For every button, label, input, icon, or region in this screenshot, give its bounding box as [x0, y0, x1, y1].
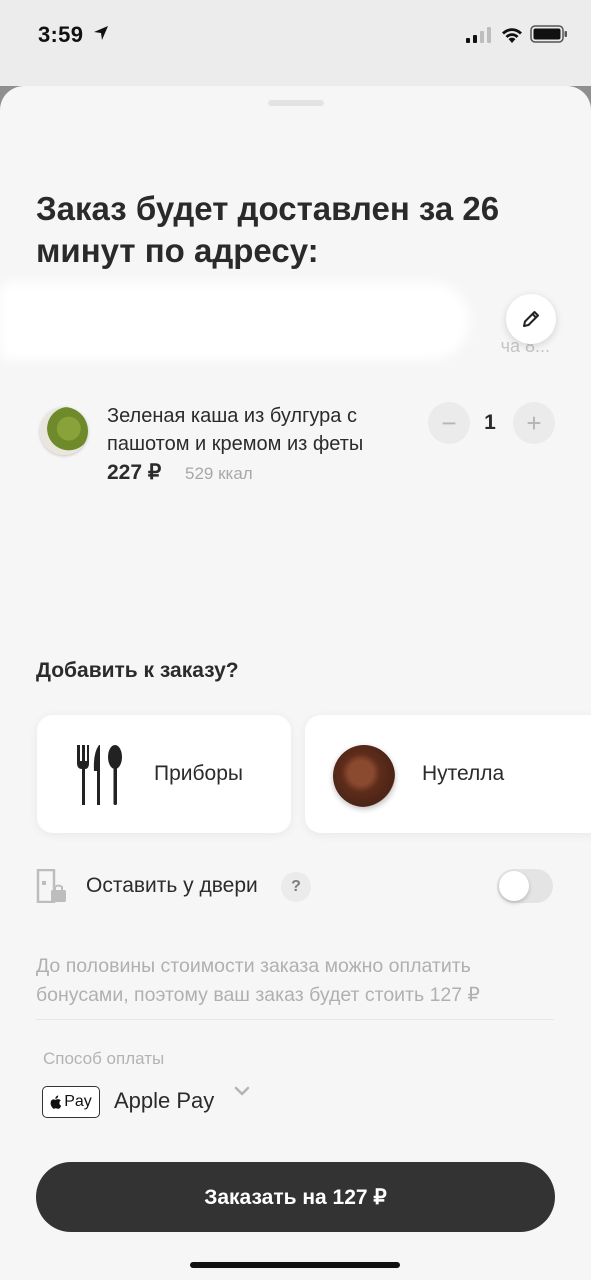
pencil-icon	[523, 311, 539, 327]
leave-at-door-toggle[interactable]	[497, 869, 553, 903]
chevron-down-icon[interactable]	[233, 1084, 251, 1098]
payment-method-value[interactable]: Apple Pay	[114, 1088, 214, 1114]
address-redacted	[0, 282, 470, 360]
apple-pay-badge-text: Pay	[64, 1093, 92, 1110]
order-sheet: Заказ будет доставлен за 26 минут по адр…	[0, 86, 591, 1280]
bonus-note: До половины стоимости заказа можно оплат…	[36, 955, 480, 1006]
decrease-quantity-button[interactable]: −	[428, 402, 470, 444]
door-icon	[36, 869, 66, 903]
apple-logo-icon	[50, 1095, 62, 1109]
battery-icon	[530, 25, 567, 43]
addon-card-nutella[interactable]: Нутелла	[305, 715, 591, 833]
wifi-icon	[502, 28, 522, 43]
nutella-image	[333, 745, 395, 807]
location-arrow-icon	[94, 26, 108, 40]
dish-image	[40, 407, 88, 455]
leave-at-door-help-button[interactable]: ?	[281, 872, 311, 902]
home-indicator	[190, 1262, 400, 1268]
divider	[36, 1019, 554, 1020]
status-time: 3:59	[38, 22, 84, 47]
status-bar: 3:59	[0, 0, 591, 86]
cutlery-icon	[77, 745, 122, 805]
sheet-grabber[interactable]	[268, 100, 324, 106]
leave-at-door-label: Оставить у двери	[86, 874, 258, 897]
cellular-signal-icon	[466, 27, 491, 43]
dish-kcal: 529 ккал	[185, 464, 253, 483]
delivery-title: Заказ будет доставлен за 26 минут по адр…	[36, 190, 500, 269]
quantity-value: 1	[484, 411, 496, 434]
addon-label-cutlery: Приборы	[154, 762, 243, 785]
dish-price: 227 ₽	[107, 461, 162, 484]
apple-pay-badge: Pay	[42, 1086, 100, 1118]
place-order-button[interactable]: Заказать на 127 ₽	[36, 1162, 555, 1232]
payment-method-label: Способ оплаты	[43, 1049, 165, 1068]
addon-label-nutella: Нутелла	[422, 762, 505, 785]
dish-name: Зеленая каша из булгура с пашотом и крем…	[107, 405, 364, 455]
add-to-order-title: Добавить к заказу?	[36, 659, 239, 682]
increase-quantity-button[interactable]: +	[513, 402, 555, 444]
toggle-knob	[499, 871, 529, 901]
edit-address-button[interactable]	[506, 294, 556, 344]
addon-card-cutlery[interactable]: Приборы	[37, 715, 291, 833]
